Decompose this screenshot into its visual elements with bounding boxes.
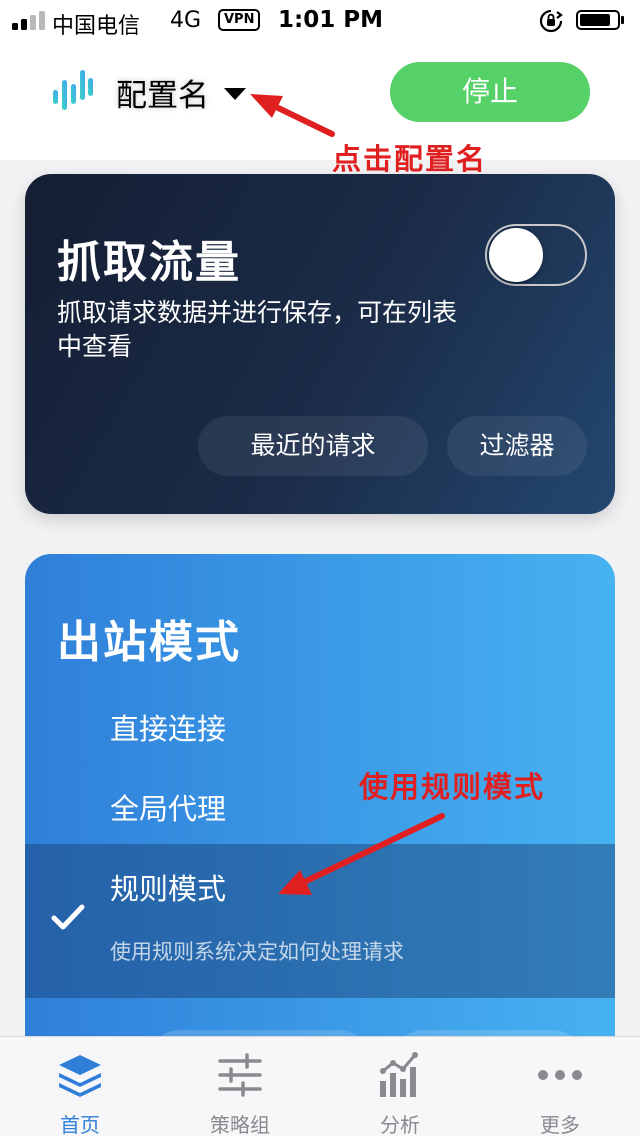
capture-card-title: 抓取流量 [57, 237, 241, 288]
profile-name-selector[interactable]: 配置名 [116, 70, 209, 115]
capture-toggle[interactable] [485, 224, 587, 286]
stop-button[interactable]: 停止 [390, 62, 590, 122]
capture-traffic-card: 抓取流量 抓取请求数据并进行保存，可在列表中查看 最近的请求 过滤器 [25, 174, 615, 514]
bar-chart-icon [380, 1052, 418, 1097]
outbound-card-title: 出站模式 [57, 617, 241, 668]
top-header: 配置名 停止 点击配置名 [0, 40, 640, 176]
status-time: 1:01 PM [278, 7, 383, 33]
annotation-click-profile: 点击配置名 [332, 142, 488, 176]
capture-card-description: 抓取请求数据并进行保存，可在列表中查看 [57, 298, 458, 361]
tab-label-home: 首页 [60, 1113, 100, 1136]
tab-label-policy-groups: 策略组 [210, 1113, 270, 1136]
recent-requests-button[interactable]: 最近的请求 [198, 416, 428, 476]
mode-option-direct[interactable]: 直接连接 [110, 706, 226, 748]
more-dots-icon [538, 1070, 582, 1080]
tab-analytics[interactable]: 分析 [320, 1037, 480, 1136]
vpn-badge: VPN [218, 9, 261, 31]
tab-label-analytics: 分析 [380, 1113, 420, 1136]
app-logo-icon [53, 70, 93, 110]
tab-more[interactable]: 更多 [480, 1037, 640, 1136]
toggle-knob [489, 228, 543, 282]
outbound-mode-card: 出站模式 直接连接 全局代理 规则模式 使用规则系统决定如何处理请求 使用规则模… [25, 554, 615, 1074]
bottom-tab-bar: 首页 策略组 分析 更多 [0, 1036, 640, 1136]
signal-strength-icon [12, 10, 48, 30]
rotation-lock-icon [539, 9, 563, 33]
mode-rule-description: 使用规则系统决定如何处理请求 [110, 940, 404, 964]
tab-label-more: 更多 [540, 1113, 580, 1136]
annotation-use-rule-mode: 使用规则模式 [359, 770, 546, 804]
status-bar: 中国电信 4G VPN 1:01 PM [0, 0, 640, 40]
tab-home[interactable]: 首页 [0, 1037, 160, 1136]
mode-option-rule[interactable]: 规则模式 [110, 866, 226, 908]
layers-icon [59, 1055, 101, 1097]
app-screen: 中国电信 4G VPN 1:01 PM 配置名 停止 点击配置名 抓取流量 抓取… [0, 0, 640, 1136]
checkmark-icon [51, 904, 85, 930]
chevron-down-icon[interactable] [224, 88, 246, 100]
sliders-icon [218, 1053, 262, 1097]
tab-policy-groups[interactable]: 策略组 [160, 1037, 320, 1136]
carrier-name: 中国电信 [52, 14, 141, 39]
mode-option-global[interactable]: 全局代理 [110, 786, 226, 828]
filter-button[interactable]: 过滤器 [447, 416, 587, 476]
network-type: 4G [170, 8, 202, 33]
battery-icon [576, 10, 624, 30]
